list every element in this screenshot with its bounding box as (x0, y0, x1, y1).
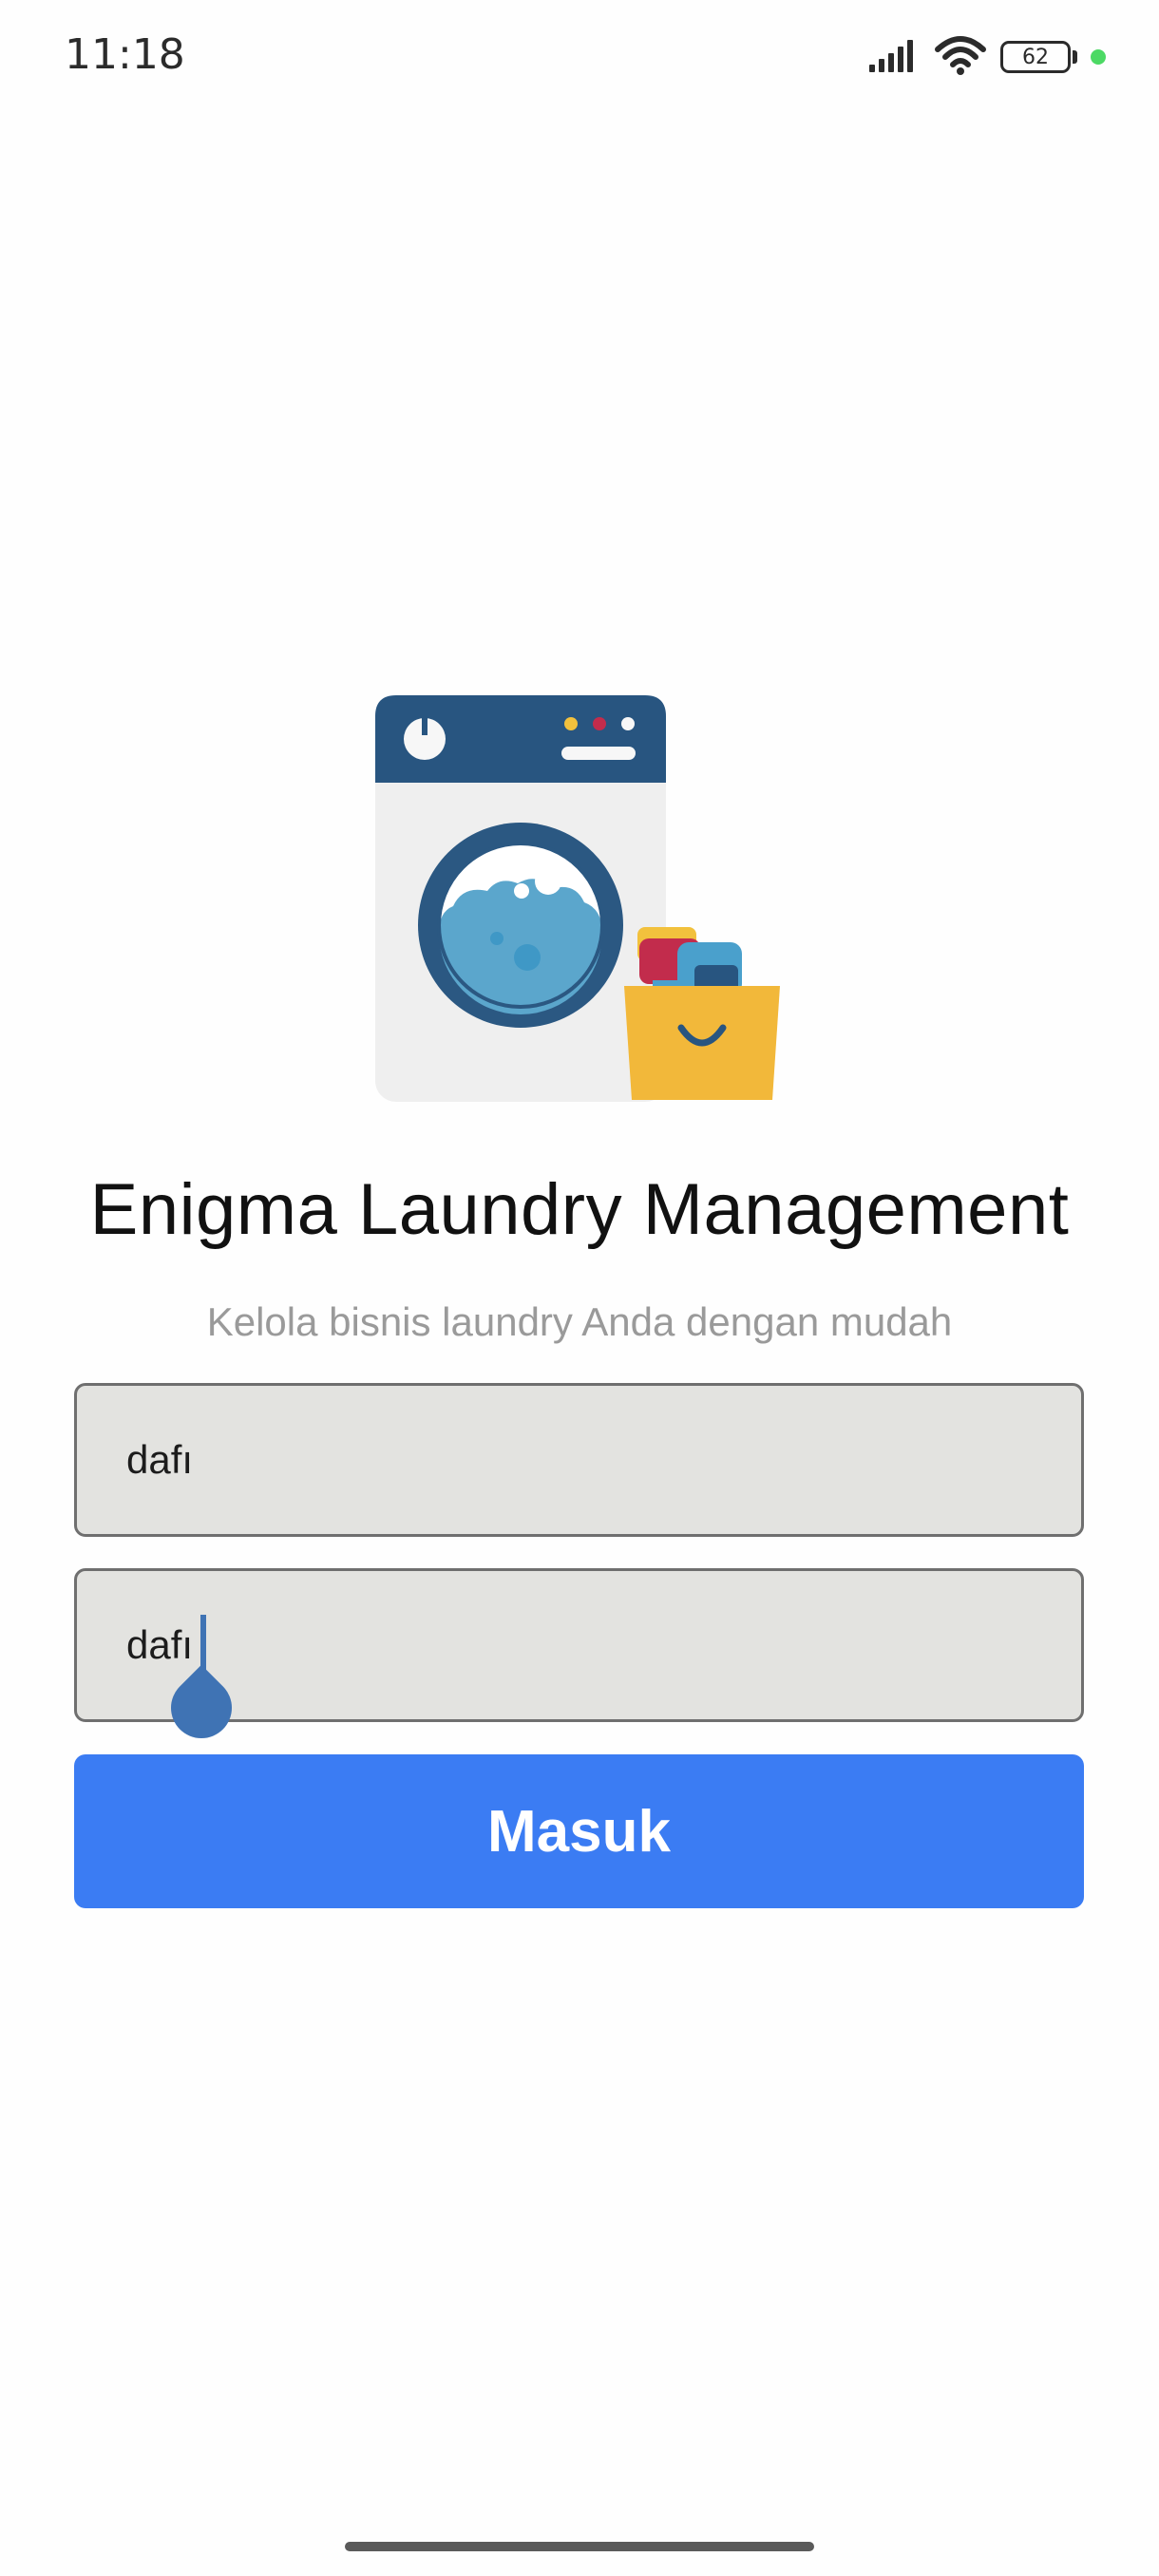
battery-tip (1073, 50, 1077, 64)
status-bar: 11:18 62 (0, 0, 1159, 114)
app-title: Enigma Laundry Management (89, 1169, 1070, 1250)
battery-level: 62 (1022, 45, 1049, 69)
login-screen: 11:18 62 Enigma Laundry Management Kelol… (0, 0, 1159, 2576)
wifi-icon (934, 34, 987, 81)
home-indicator[interactable] (345, 2542, 814, 2551)
password-input[interactable] (126, 1571, 1019, 1719)
washing-machine-illustration (375, 695, 786, 1106)
app-subtitle: Kelola bisnis laundry Anda dengan mudah (206, 1299, 953, 1344)
privacy-indicator-dot (1091, 49, 1106, 65)
status-time: 11:18 (65, 30, 185, 79)
signal-icon (869, 38, 921, 77)
battery-icon: 62 (1000, 41, 1071, 73)
login-button[interactable]: Masuk (74, 1754, 1084, 1908)
username-input[interactable] (126, 1386, 1019, 1534)
status-icons: 62 (869, 34, 1106, 81)
username-field[interactable] (74, 1383, 1084, 1537)
